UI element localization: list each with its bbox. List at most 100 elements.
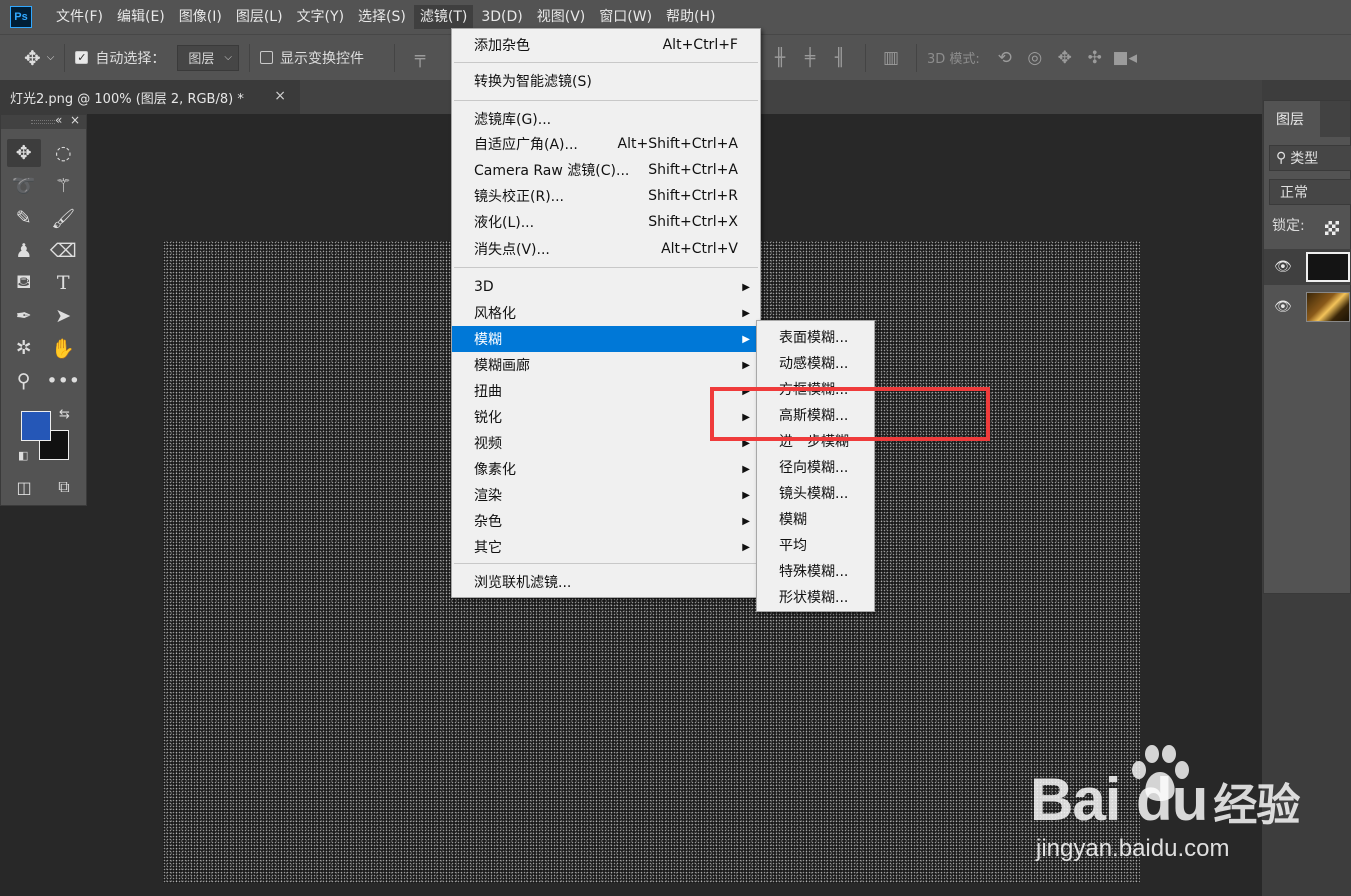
brush-tool-icon[interactable]: 🖌 xyxy=(47,204,81,232)
align-center-icon[interactable]: ╪ xyxy=(795,48,825,68)
watermark-url: jingyan.baidu.com xyxy=(1036,835,1230,862)
menu-image[interactable]: 图像(I) xyxy=(173,5,228,29)
show-transform-label: 显示变换控件 xyxy=(279,50,364,67)
roll-3d-icon[interactable]: ◎ xyxy=(1020,48,1050,68)
submenu-item-shape-blur[interactable]: 形状模糊... xyxy=(757,584,874,610)
menu-separator xyxy=(454,100,758,101)
tab-layers[interactable]: 图层 xyxy=(1264,101,1320,137)
blend-mode-dropdown[interactable]: 正常 xyxy=(1269,179,1351,205)
ellipse-marquee-tool-icon[interactable]: ◌ xyxy=(47,139,81,167)
slide-3d-icon[interactable]: ✣ xyxy=(1080,48,1110,68)
menu-item-3d[interactable]: 3D ▶ xyxy=(452,274,760,300)
stamp-tool-icon[interactable]: ♟ xyxy=(7,237,41,265)
default-colors-icon[interactable]: ◧ xyxy=(18,449,28,462)
divider xyxy=(248,43,250,72)
menu-separator xyxy=(454,62,758,63)
menu-separator xyxy=(454,267,758,268)
eye-icon[interactable]: 👁 xyxy=(1274,299,1292,315)
menu-edit[interactable]: 编辑(E) xyxy=(111,5,171,29)
submenu-item-motion-blur[interactable]: 动感模糊... xyxy=(757,350,874,376)
menu-item-vanishing-point[interactable]: 消失点(V)... Alt+Ctrl+V xyxy=(452,236,760,262)
menu-type[interactable]: 文字(Y) xyxy=(291,5,350,29)
submenu-item-blur[interactable]: 模糊 xyxy=(757,506,874,532)
menu-item-shortcut: Shift+Ctrl+R xyxy=(648,188,738,204)
scale-3d-icon[interactable]: ■◂ xyxy=(1110,48,1140,68)
pen-tool-icon[interactable]: ✒ xyxy=(7,302,41,330)
close-icon[interactable]: × xyxy=(70,113,80,127)
menu-help[interactable]: 帮助(H) xyxy=(660,5,721,29)
lasso-tool-icon[interactable]: ➰ xyxy=(7,172,41,200)
pan-3d-icon[interactable]: ✥ xyxy=(1050,48,1080,68)
document-tab-title: 灯光2.png @ 100% (图层 2, RGB/8) * xyxy=(10,91,244,107)
submenu-item-lens-blur[interactable]: 镜头模糊... xyxy=(757,480,874,506)
toolbox-controls[interactable]: « × xyxy=(55,113,80,127)
align-right-icon[interactable]: ╢ xyxy=(825,48,855,68)
auto-select-target-dropdown[interactable]: 图层 ⌵ xyxy=(177,44,239,71)
menu-item-convert-smart-filter[interactable]: 转换为智能滤镜(S) xyxy=(452,68,760,94)
more-tools-icon[interactable]: ••• xyxy=(46,367,80,395)
lock-transparent-pixels-icon[interactable] xyxy=(1325,221,1339,235)
move-tool-preset[interactable]: ✥ ⌵ xyxy=(24,46,54,70)
toolbox-header[interactable]: « × xyxy=(1,113,86,129)
menu-item-liquify[interactable]: 液化(L)... Shift+Ctrl+X xyxy=(452,209,760,235)
menu-item-filter-gallery[interactable]: 滤镜库(G)... xyxy=(452,106,760,132)
move-tool-icon[interactable]: ✥ xyxy=(7,139,41,168)
menu-item-other[interactable]: 其它 ▶ xyxy=(452,534,760,560)
close-icon[interactable]: × xyxy=(274,88,286,104)
zoom-tool-icon[interactable]: ⚲ xyxy=(7,367,40,395)
path-select-tool-icon[interactable]: ➤ xyxy=(47,302,81,330)
menu-select[interactable]: 选择(S) xyxy=(352,5,412,29)
submenu-item-surface-blur[interactable]: 表面模糊... xyxy=(757,324,874,350)
menu-window[interactable]: 窗口(W) xyxy=(593,5,658,29)
menu-item-add-noise[interactable]: 添加杂色 Alt+Ctrl+F xyxy=(452,32,760,58)
align-left-icon[interactable]: ╫ xyxy=(765,48,795,68)
submenu-item-radial-blur[interactable]: 径向模糊... xyxy=(757,454,874,480)
custom-shape-tool-icon[interactable]: ✲ xyxy=(7,334,41,362)
swap-colors-icon[interactable]: ⇆ xyxy=(59,407,70,422)
tool-row: ✲ ✋ xyxy=(1,332,86,365)
menu-item-lens-correction[interactable]: 镜头校正(R)... Shift+Ctrl+R xyxy=(452,183,760,209)
menu-item-blur[interactable]: 模糊 ▶ xyxy=(452,326,760,352)
quick-mask-icon[interactable]: ◫ xyxy=(7,473,41,501)
show-transform-controls-checkbox[interactable]: 显示变换控件 xyxy=(259,48,364,68)
menu-item-pixelate[interactable]: 像素化 ▶ xyxy=(452,456,760,482)
menu-item-stylize[interactable]: 风格化 ▶ xyxy=(452,300,760,326)
menu-item-noise[interactable]: 杂色 ▶ xyxy=(452,508,760,534)
menu-3d[interactable]: 3D(D) xyxy=(475,5,528,29)
eyedropper-tool-icon[interactable]: ✎ xyxy=(7,204,41,232)
orbit-3d-icon[interactable]: ⟲ xyxy=(990,48,1020,68)
foreground-color-swatch[interactable] xyxy=(21,411,51,441)
layer-row[interactable]: 👁 xyxy=(1264,249,1351,285)
menu-item-label: 自适应广角(A)... xyxy=(474,137,578,153)
type-tool-icon[interactable]: T xyxy=(47,269,81,297)
paint-bucket-tool-icon[interactable]: ⛾ xyxy=(7,269,41,297)
submenu-item-average[interactable]: 平均 xyxy=(757,532,874,558)
auto-select-checkbox[interactable]: ✓ 自动选择： xyxy=(75,48,165,68)
collapse-icon[interactable]: « xyxy=(55,113,62,127)
menu-file[interactable]: 文件(F) xyxy=(50,5,109,29)
tool-row: ➰ ⚚ xyxy=(1,170,86,203)
menu-filter[interactable]: 滤镜(T) xyxy=(413,5,474,29)
checkbox-checked-icon: ✓ xyxy=(75,51,89,64)
hand-tool-icon[interactable]: ✋ xyxy=(47,334,81,362)
layer-row[interactable]: 👁 xyxy=(1264,289,1351,325)
menu-item-render[interactable]: 渲染 ▶ xyxy=(452,482,760,508)
eraser-tool-icon[interactable]: ⌫ xyxy=(47,237,81,265)
align-top-icon[interactable]: ╤ xyxy=(405,48,435,68)
menu-layer[interactable]: 图层(L) xyxy=(230,5,289,29)
photoshop-logo[interactable]: Ps xyxy=(10,6,32,28)
chevron-down-icon: ⌵ xyxy=(46,52,55,63)
menu-item-camera-raw[interactable]: Camera Raw 滤镜(C)... Shift+Ctrl+A xyxy=(452,157,760,183)
distribute-icon[interactable]: ▥ xyxy=(876,48,906,68)
layer-filter-kind[interactable]: ⚲ 类型 xyxy=(1269,145,1351,171)
submenu-item-smart-blur[interactable]: 特殊模糊... xyxy=(757,558,874,584)
menu-item-browse-online-filters[interactable]: 浏览联机滤镜... xyxy=(452,569,760,595)
screen-mode-icon[interactable]: ⧉ xyxy=(47,473,81,501)
menu-view[interactable]: 视图(V) xyxy=(531,5,592,29)
document-tab[interactable]: 灯光2.png @ 100% (图层 2, RGB/8) * × xyxy=(0,80,300,114)
menu-item-label: 液化(L)... xyxy=(474,215,535,231)
eye-icon[interactable]: 👁 xyxy=(1274,259,1292,275)
menu-item-blur-gallery[interactable]: 模糊画廊 ▶ xyxy=(452,352,760,378)
magic-wand-tool-icon[interactable]: ⚚ xyxy=(47,172,81,200)
menu-item-adaptive-wide-angle[interactable]: 自适应广角(A)... Alt+Shift+Ctrl+A xyxy=(452,131,760,157)
